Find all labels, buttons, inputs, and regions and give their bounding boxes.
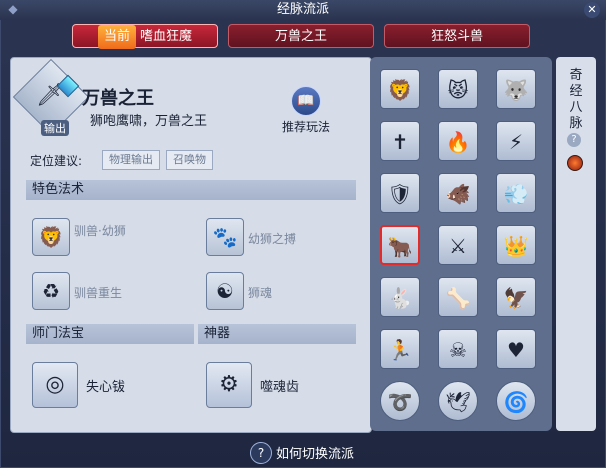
close-button[interactable]: ✕ [584, 2, 600, 18]
tab-beast-king[interactable]: 万兽之王 [228, 24, 374, 48]
lion-head-icon[interactable]: 🦁 [380, 69, 420, 109]
lion-roar-icon[interactable]: 🐾 [206, 218, 244, 256]
footer-help-text: 如何切换流派 [276, 447, 355, 462]
ox-icon[interactable]: 🐂 [380, 225, 420, 265]
tab-fury-beast[interactable]: 狂怒斗兽 [384, 24, 530, 48]
swirl-icon[interactable]: 🌀 [496, 381, 536, 421]
spell-name: 幼狮之搏 [248, 232, 297, 246]
bone-icon[interactable]: 🦴 [438, 277, 478, 317]
wing-icon[interactable]: 🕊 [438, 381, 478, 421]
claw-icon[interactable]: ⚡ [496, 121, 536, 161]
skull-plus-icon[interactable]: ☠ [438, 329, 478, 369]
recommend-label: 推荐玩法 [281, 120, 330, 134]
spell-name: 驯兽·幼狮 [74, 224, 126, 238]
spell-name: 狮魂 [248, 286, 273, 300]
artifact-name: 噬魂齿 [260, 380, 300, 395]
tab-label: 万兽之王 [274, 29, 327, 44]
window-title: 经脉流派 [276, 2, 329, 17]
tab-label: 狂怒斗兽 [430, 29, 483, 44]
cymbal-icon[interactable]: ◎ [32, 362, 78, 408]
school-name: 万兽之王 [82, 88, 154, 109]
fire-orb-icon[interactable] [567, 155, 583, 171]
eagle-icon[interactable]: 🦅 [496, 277, 536, 317]
artifact-header: 神器 [198, 324, 356, 344]
positioning-chip: 物理输出 [102, 150, 160, 170]
positioning-chip: 召唤物 [166, 150, 213, 170]
book-icon: 📖 [291, 86, 321, 116]
lion-soul-icon[interactable]: ☯ [206, 272, 244, 310]
rabbit-claw-icon[interactable]: 🐇 [380, 277, 420, 317]
lion-cub-icon[interactable]: 🦁 [32, 218, 70, 256]
rebirth-icon[interactable]: ♻ [32, 272, 70, 310]
sword-rain-icon[interactable]: ⚔ [438, 225, 478, 265]
cross-lion-icon[interactable]: ✝ [380, 121, 420, 161]
beast-roar-icon[interactable]: 🐺 [496, 69, 536, 109]
role-tag: 输出 [41, 120, 69, 136]
current-badge: 当前 [97, 25, 136, 49]
school-tabs: 当前 嗜血狂魔 万兽之王 狂怒斗兽 [0, 24, 606, 50]
question-icon: ? [250, 442, 272, 464]
school-description: 狮咆鹰啸，万兽之王 [90, 114, 208, 129]
spell-name: 驯兽重生 [74, 286, 123, 300]
runner-icon[interactable]: 🏃 [380, 329, 420, 369]
title-bar: 经脉流派 [0, 0, 606, 20]
soul-teeth-icon[interactable]: ⚙ [206, 362, 252, 408]
charge-icon[interactable]: 💨 [496, 173, 536, 213]
lion-crown-icon[interactable]: 👑 [496, 225, 536, 265]
recommend-button[interactable]: 📖 推荐玩法 [276, 86, 336, 135]
spiral-icon[interactable]: ➰ [380, 381, 420, 421]
question-icon[interactable]: ? [567, 133, 581, 147]
positioning-label: 定位建议: [30, 154, 83, 168]
armor-icon[interactable]: 🛡 [380, 173, 420, 213]
tab-current-school[interactable]: 当前 嗜血狂魔 [72, 24, 218, 49]
treasure-name: 失心钹 [86, 380, 126, 395]
shadow-beast-icon[interactable]: 🐗 [438, 173, 478, 213]
sect-treasure-header: 师门法宝 [26, 324, 194, 344]
lion-face-icon[interactable]: 😾 [438, 69, 478, 109]
left-ornament-icon: ◆ [8, 2, 18, 16]
special-spells-header: 特色法术 [26, 180, 356, 200]
side-label: 奇经八脉 [569, 68, 583, 131]
fire-lion-icon[interactable]: 🔥 [438, 121, 478, 161]
tab-label: 嗜血狂魔 [140, 29, 193, 44]
heart-cross-icon[interactable]: ♥ [496, 329, 536, 369]
